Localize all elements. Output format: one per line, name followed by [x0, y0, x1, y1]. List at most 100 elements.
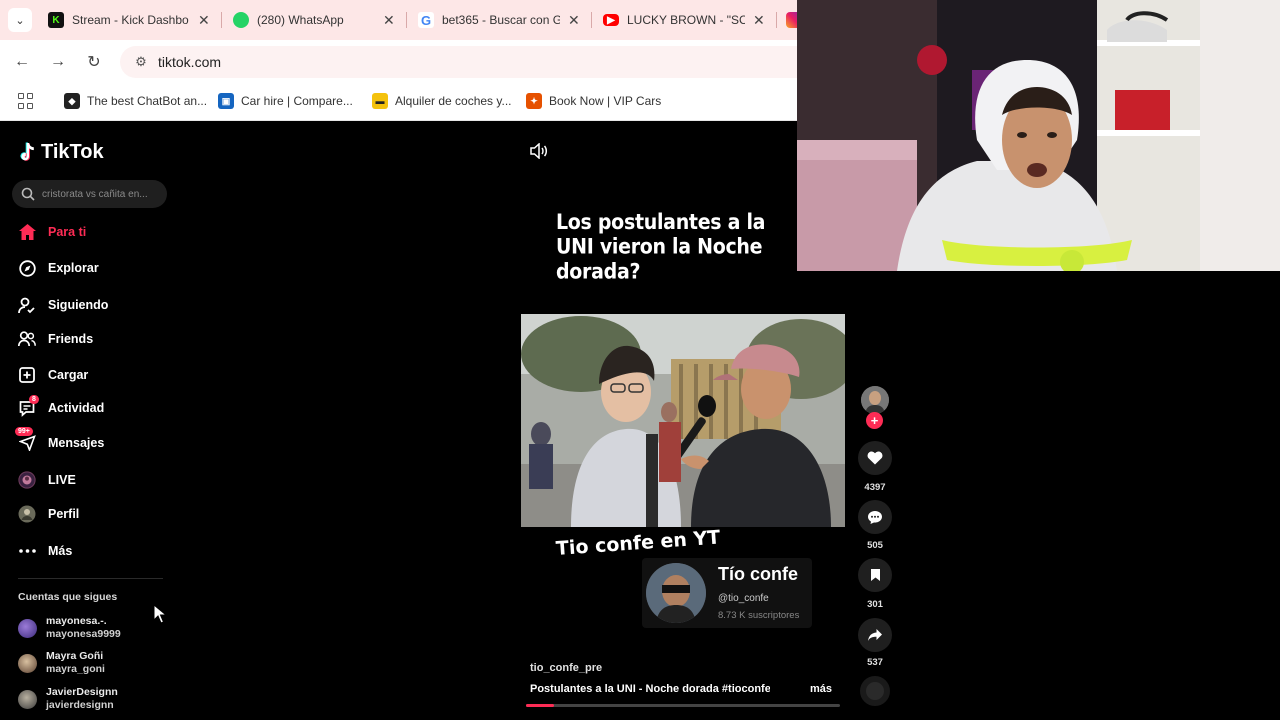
screen: ⌄ K Stream - Kick Dashbo ✕ (280) WhatsAp…: [0, 0, 1280, 720]
avatar: [18, 653, 37, 673]
youtube-channel-card: Tío confe @tio_confe 8.73 K suscriptores: [642, 558, 812, 628]
home-icon: [18, 223, 36, 241]
tab-separator: [591, 12, 592, 28]
tab-title: Stream - Kick Dashbo: [72, 13, 189, 27]
car-hire-icon: ▣: [218, 93, 234, 109]
bookmark-label: Alquiler de coches y...: [395, 94, 512, 108]
more-button[interactable]: más: [810, 683, 832, 695]
nav-cargar[interactable]: Cargar: [18, 364, 88, 386]
youtube-icon: ▶: [603, 14, 619, 26]
video-author[interactable]: tio_confe_pre: [530, 662, 602, 674]
messages-badge: 99+: [15, 427, 33, 436]
tab-search-dropdown-icon[interactable]: ⌄: [8, 8, 32, 32]
tab-separator: [776, 12, 777, 28]
following-header: Cuentas que sigues: [18, 591, 118, 603]
nav-explorar[interactable]: Explorar: [18, 257, 99, 279]
account-text: Mayra Goñi mayra_goni: [46, 650, 105, 676]
tab-separator: [406, 12, 407, 28]
tab-title: (280) WhatsApp: [257, 13, 344, 27]
bookmark-rental[interactable]: ▬ Alquiler de coches y...: [372, 92, 512, 110]
like-count: 4397: [864, 482, 886, 493]
nav-label: Explorar: [48, 261, 99, 275]
nav-mas[interactable]: Más: [18, 540, 72, 562]
close-icon[interactable]: ✕: [383, 12, 395, 29]
avatar: [18, 689, 37, 709]
close-icon[interactable]: ✕: [753, 12, 765, 29]
nav-friends[interactable]: Friends: [18, 328, 93, 350]
volume-icon[interactable]: [530, 143, 548, 159]
tiktok-logo[interactable]: TikTok: [18, 141, 104, 164]
tab-youtube[interactable]: ▶ LUCKY BROWN - "SC ✕: [603, 6, 765, 34]
site-settings-icon[interactable]: ⚙: [128, 54, 154, 70]
nav-label: Más: [48, 544, 73, 558]
bookmark-car-hire[interactable]: ▣ Car hire | Compare...: [218, 92, 353, 110]
nav-siguiendo[interactable]: Siguiendo: [18, 294, 108, 316]
search-placeholder: cristorata vs cañita en...: [42, 188, 148, 200]
tab-kick[interactable]: K Stream - Kick Dashbo ✕: [48, 6, 210, 34]
vipcars-icon: ✦: [526, 93, 542, 109]
nav-actividad[interactable]: 8 Actividad: [18, 395, 104, 419]
forward-icon[interactable]: →: [48, 52, 68, 72]
back-icon[interactable]: ←: [12, 52, 32, 72]
whatsapp-icon: [233, 12, 249, 28]
share-button[interactable]: [858, 618, 892, 652]
tiktok-note-icon: [20, 142, 34, 161]
nav-label: Friends: [48, 332, 94, 346]
bookmark-chatbot[interactable]: ◆ The best ChatBot an...: [64, 92, 207, 110]
nav-perfil[interactable]: Perfil: [18, 503, 79, 525]
channel-handle: @tio_confe: [718, 593, 769, 604]
nav-para-ti[interactable]: Para ti: [18, 221, 86, 243]
friends-icon: [18, 330, 36, 348]
save-count: 301: [867, 599, 883, 610]
follow-plus-button[interactable]: +: [866, 412, 883, 429]
like-button[interactable]: [858, 441, 892, 475]
bookmark-label: Car hire | Compare...: [241, 94, 353, 108]
upload-icon: [18, 366, 36, 384]
bookmark-label: Book Now | VIP Cars: [549, 94, 662, 108]
followed-account[interactable]: mayonesa.-. mayonesa9999: [18, 615, 121, 641]
video-description: Postulantes a la UNI - Noche dorada #tio…: [530, 683, 770, 695]
tab-google[interactable]: G bet365 - Buscar con G ✕: [418, 6, 580, 34]
account-name: Mayra Goñi: [46, 650, 104, 662]
tab-whatsapp[interactable]: (280) WhatsApp ✕: [233, 6, 395, 34]
browser-chrome: ⌄ K Stream - Kick Dashbo ✕ (280) WhatsAp…: [0, 0, 802, 121]
tab-separator: [221, 12, 222, 28]
close-icon[interactable]: ✕: [198, 12, 210, 29]
music-disc-icon[interactable]: [860, 676, 890, 706]
profile-icon: [18, 505, 36, 523]
search-input[interactable]: cristorata vs cañita en...: [12, 180, 167, 208]
video-progress-bar[interactable]: [526, 704, 840, 707]
avatar: [18, 618, 37, 638]
search-icon: [21, 187, 35, 201]
close-icon[interactable]: ✕: [568, 12, 580, 29]
more-icon: [18, 542, 36, 560]
url-field[interactable]: ⚙ tiktok.com: [120, 46, 797, 78]
nav-live[interactable]: LIVE: [18, 469, 76, 491]
tiktok-wordmark: TikTok: [41, 141, 104, 163]
account-name: JavierDesignn: [46, 686, 118, 698]
share-icon: [868, 629, 882, 641]
followed-account[interactable]: Mayra Goñi mayra_goni: [18, 650, 105, 676]
save-button[interactable]: [858, 558, 892, 592]
apps-grid-icon[interactable]: [18, 93, 34, 109]
nav-label: Perfil: [48, 507, 80, 521]
nav-label: Mensajes: [48, 436, 105, 450]
heart-icon: [867, 451, 883, 465]
video-caption-mid: Tio confe en YT: [555, 526, 721, 560]
bookmark-vipcars[interactable]: ✦ Book Now | VIP Cars: [526, 92, 661, 110]
bookmark-label: The best ChatBot an...: [87, 94, 208, 108]
tab-title: LUCKY BROWN - "SC: [627, 13, 745, 27]
creator-avatar[interactable]: [861, 386, 889, 414]
reload-icon[interactable]: ↻: [84, 52, 104, 72]
account-text: mayonesa.-. mayonesa9999: [46, 615, 121, 641]
bookmarks-bar: ◆ The best ChatBot an... ▣ Car hire | Co…: [0, 84, 797, 121]
tiktok-sidebar: TikTok cristorata vs cañita en... Para t…: [0, 121, 240, 720]
url-text: tiktok.com: [158, 54, 222, 70]
nav-label: LIVE: [48, 473, 76, 487]
nav-mensajes[interactable]: 99+ Mensajes: [15, 427, 105, 454]
followed-account[interactable]: JavierDesignn javierdesignn: [18, 686, 118, 712]
bookmark-icon: [870, 569, 880, 581]
comment-button[interactable]: [858, 500, 892, 534]
account-handle: javierdesignn: [46, 699, 114, 711]
video-clip[interactable]: [521, 314, 845, 527]
